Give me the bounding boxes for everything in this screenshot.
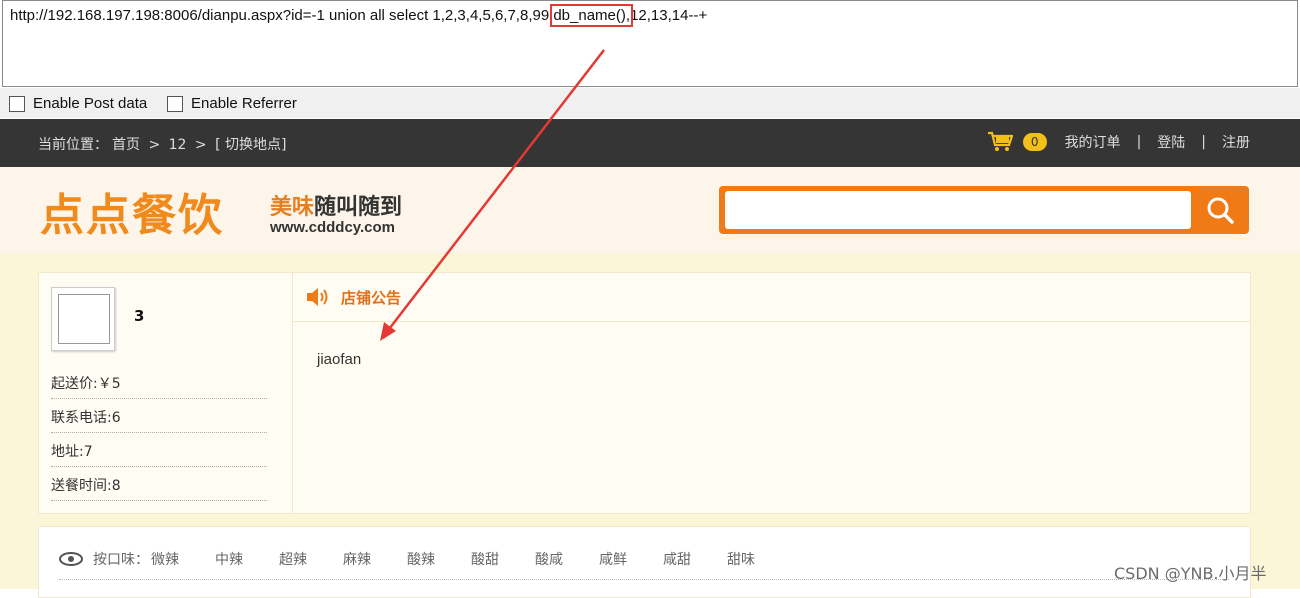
cart-count-badge: 0 [1022, 133, 1047, 151]
nav-divider: | [1136, 134, 1142, 150]
options-bar: Enable Post data Enable Referrer [0, 88, 1300, 118]
address-value: 7 [83, 444, 93, 460]
watermark: CSDN @YNB.小月半 [1114, 564, 1267, 583]
highlighted-injection: db_name(), [550, 4, 634, 27]
url-textarea[interactable]: http://192.168.197.198:8006/dianpu.aspx?… [2, 0, 1298, 87]
search-button[interactable] [1195, 191, 1245, 229]
min-price-row: 起送价:￥5 [51, 373, 267, 399]
notice-header: 店铺公告 [293, 273, 1250, 322]
taste-tag[interactable]: 咸甜 [663, 549, 691, 569]
enable-referrer-option[interactable]: Enable Referrer [167, 95, 297, 112]
address-label: 地址: [51, 444, 84, 460]
taste-filter-label: 按口味： [93, 552, 149, 568]
referrer-label: Enable Referrer [191, 95, 297, 112]
breadcrumb-home[interactable]: 首页 [112, 137, 140, 153]
search-input[interactable] [725, 191, 1191, 229]
taste-tag[interactable]: 中辣 [215, 549, 243, 569]
delivery-time-label: 送餐时间: [51, 478, 112, 494]
shop-details: 3 起送价:￥5 联系电话:6 地址:7 送餐时间:8 [39, 273, 293, 513]
breadcrumb-separator: > [194, 137, 207, 153]
eye-icon [59, 552, 83, 566]
site-topbar: 当前位置： 首页 > 12 > [ 切换地点] 0 我的订单 | 登陆 | 注册 [0, 119, 1300, 167]
taste-tag[interactable]: 酸咸 [535, 549, 563, 569]
taste-tag[interactable]: 酸辣 [407, 549, 435, 569]
min-price-label: 起送价: [51, 376, 98, 392]
taste-filter-row: 按口味： 微辣 中辣 超辣 麻辣 酸辣 酸甜 酸咸 咸鲜 咸甜 甜味 [59, 549, 791, 569]
broken-image-icon [58, 294, 110, 344]
breadcrumb: 当前位置： 首页 > 12 > [ 切换地点] [38, 134, 290, 154]
search-box [719, 186, 1249, 234]
url-text: http://192.168.197.198:8006/dianpu.aspx?… [10, 4, 708, 27]
breadcrumb-separator: > [148, 137, 161, 153]
notice-title: 店铺公告 [341, 289, 402, 307]
phone-label: 联系电话: [51, 410, 112, 426]
post-data-label: Enable Post data [33, 95, 148, 112]
taste-filter: 按口味： 微辣 中辣 超辣 麻辣 酸辣 酸甜 酸咸 咸鲜 咸甜 甜味 [38, 526, 1251, 598]
main-content: 3 起送价:￥5 联系电话:6 地址:7 送餐时间:8 店铺公告 jiaofan… [0, 253, 1300, 598]
filter-divider [59, 579, 1229, 580]
post-data-checkbox[interactable] [9, 95, 25, 112]
site-header: 点点餐饮 美味随叫随到 www.cdddcy.com [0, 167, 1300, 253]
taste-tag[interactable]: 超辣 [279, 549, 307, 569]
taste-tag[interactable]: 咸鲜 [599, 549, 627, 569]
user-nav: 0 我的订单 | 登陆 | 注册 [987, 131, 1250, 153]
switch-location-link[interactable]: [ 切换地点] [215, 137, 286, 153]
url-suffix: 12,13,14--+ [630, 7, 708, 24]
cart-icon[interactable] [987, 131, 1013, 153]
location-label: 当前位置： [38, 137, 108, 153]
speaker-icon [307, 288, 328, 306]
url-prefix: http://192.168.197.198:8006/dianpu.aspx?… [10, 7, 554, 24]
breadcrumb-current: 12 [168, 137, 187, 153]
phone-value: 6 [111, 410, 121, 426]
phone-row: 联系电话:6 [51, 407, 267, 433]
address-row: 地址:7 [51, 441, 267, 467]
site-logo[interactable]: 点点餐饮 [40, 179, 224, 243]
referrer-checkbox[interactable] [167, 95, 183, 112]
site-url: www.cdddcy.com [270, 219, 396, 236]
nav-divider: | [1201, 134, 1206, 150]
taste-tag[interactable]: 麻辣 [343, 549, 371, 569]
shop-name: 3 [134, 307, 145, 325]
delivery-time-row: 送餐时间:8 [51, 475, 267, 501]
register-link[interactable]: 注册 [1222, 132, 1250, 152]
taste-tag[interactable]: 甜味 [727, 549, 755, 569]
my-orders-link[interactable]: 我的订单 [1065, 132, 1121, 152]
notice-body: jiaofan [317, 351, 362, 368]
slogan-part2: 随叫随到 [314, 195, 403, 220]
slogan: 美味随叫随到 [270, 189, 402, 221]
shop-image [51, 287, 115, 351]
slogan-part1: 美味 [270, 195, 315, 220]
taste-tag[interactable]: 酸甜 [471, 549, 499, 569]
shop-info-panel: 3 起送价:￥5 联系电话:6 地址:7 送餐时间:8 店铺公告 jiaofan [38, 272, 1251, 514]
delivery-time-value: 8 [111, 478, 121, 494]
taste-tag[interactable]: 微辣 [151, 549, 179, 569]
enable-post-data-option[interactable]: Enable Post data [9, 95, 147, 112]
login-link[interactable]: 登陆 [1157, 132, 1185, 152]
min-price-value: ￥5 [97, 376, 121, 392]
